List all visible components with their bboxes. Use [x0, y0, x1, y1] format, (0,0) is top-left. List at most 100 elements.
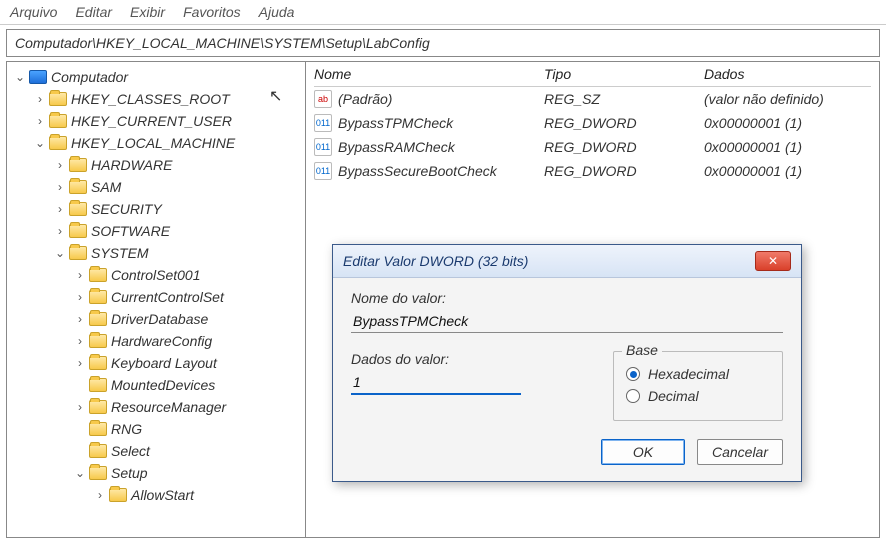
value-data: 0x00000001 (1): [704, 139, 871, 155]
folder-icon: [69, 246, 87, 260]
tree-item[interactable]: RNG: [111, 418, 142, 440]
folder-icon: [69, 158, 87, 172]
value-name-input[interactable]: [351, 310, 783, 333]
table-row[interactable]: 011 BypassSecureBootCheck REG_DWORD 0x000…: [314, 159, 871, 183]
menu-ajuda[interactable]: Ajuda: [259, 4, 295, 20]
expand-toggle[interactable]: ›: [53, 154, 67, 176]
expand-toggle[interactable]: ›: [53, 220, 67, 242]
edit-dword-dialog: Editar Valor DWORD (32 bits) ✕ Nome do v…: [332, 244, 802, 482]
dialog-title: Editar Valor DWORD (32 bits): [343, 253, 528, 269]
dword-value-icon: 011: [314, 114, 332, 132]
folder-icon: [69, 180, 87, 194]
name-label: Nome do valor:: [351, 290, 783, 306]
tree-hkcr[interactable]: HKEY_CLASSES_ROOT: [71, 88, 230, 110]
radio-decimal[interactable]: Decimal: [626, 388, 770, 404]
ok-button[interactable]: OK: [601, 439, 685, 465]
tree-hklm[interactable]: HKEY_LOCAL_MACHINE: [71, 132, 235, 154]
folder-icon: [89, 334, 107, 348]
column-header-dados[interactable]: Dados: [704, 66, 871, 82]
close-button[interactable]: ✕: [755, 251, 791, 271]
table-row[interactable]: 011 BypassTPMCheck REG_DWORD 0x00000001 (…: [314, 111, 871, 135]
tree-system[interactable]: SYSTEM: [91, 242, 149, 264]
folder-icon: [89, 422, 107, 436]
expand-toggle[interactable]: ›: [93, 484, 107, 506]
radio-hexadecimal[interactable]: Hexadecimal: [626, 366, 770, 382]
tree-item[interactable]: SAM: [91, 176, 121, 198]
folder-icon: [109, 488, 127, 502]
value-data: 0x00000001 (1): [704, 163, 871, 179]
expand-toggle[interactable]: ›: [53, 176, 67, 198]
radio-label: Hexadecimal: [648, 366, 729, 382]
expand-toggle: [73, 440, 87, 462]
dword-value-icon: 011: [314, 138, 332, 156]
value-name: BypassTPMCheck: [338, 115, 453, 131]
value-type: REG_DWORD: [544, 115, 704, 131]
tree-item[interactable]: SECURITY: [91, 198, 162, 220]
table-row[interactable]: 011BypassRAMCheck REG_DWORD 0x00000001 (…: [314, 135, 871, 159]
tree-item[interactable]: AllowStart: [131, 484, 194, 506]
dword-value-icon: 011: [314, 162, 332, 180]
value-name: BypassSecureBootCheck: [338, 163, 497, 179]
radio-label: Decimal: [648, 388, 699, 404]
expand-toggle[interactable]: ⌄: [53, 242, 67, 264]
tree-item[interactable]: ControlSet001: [111, 264, 201, 286]
folder-icon: [89, 312, 107, 326]
table-row[interactable]: ab(Padrão) REG_SZ (valor não definido): [314, 87, 871, 111]
value-type: REG_SZ: [544, 91, 704, 107]
value-data-input[interactable]: [351, 371, 521, 395]
tree-item[interactable]: SOFTWARE: [91, 220, 170, 242]
tree-hkcu[interactable]: HKEY_CURRENT_USER: [71, 110, 232, 132]
expand-toggle[interactable]: ›: [53, 198, 67, 220]
folder-icon: [89, 466, 107, 480]
tree-item[interactable]: CurrentControlSet: [111, 286, 224, 308]
expand-toggle[interactable]: ⌄: [13, 66, 27, 88]
string-value-icon: ab: [314, 90, 332, 108]
value-type: REG_DWORD: [544, 139, 704, 155]
tree-item[interactable]: HARDWARE: [91, 154, 172, 176]
menu-favoritos[interactable]: Favoritos: [183, 4, 241, 20]
tree-item[interactable]: ResourceManager: [111, 396, 226, 418]
column-header-tipo[interactable]: Tipo: [544, 66, 704, 82]
expand-toggle: [73, 374, 87, 396]
folder-icon: [49, 114, 67, 128]
tree-item[interactable]: Select: [111, 440, 150, 462]
folder-icon: [89, 444, 107, 458]
tree-pane: ↖ ⌄ Computador ›HKEY_CLASSES_ROOT ›HKEY_…: [6, 61, 306, 538]
tree-item[interactable]: MountedDevices: [111, 374, 215, 396]
expand-toggle[interactable]: ›: [73, 308, 87, 330]
folder-icon: [89, 400, 107, 414]
folder-icon: [69, 202, 87, 216]
base-group: Base Hexadecimal Decimal: [613, 351, 783, 421]
column-header-nome[interactable]: Nome: [314, 66, 544, 82]
data-label: Dados do valor:: [351, 351, 589, 367]
folder-icon: [89, 378, 107, 392]
expand-toggle[interactable]: ⌄: [33, 132, 47, 154]
tree-item[interactable]: DriverDatabase: [111, 308, 208, 330]
radio-dot-icon: [626, 389, 640, 403]
tree-computador[interactable]: Computador: [51, 66, 128, 88]
radio-dot-icon: [626, 367, 640, 381]
value-data: 0x00000001 (1): [704, 115, 871, 131]
address-bar[interactable]: Computador\HKEY_LOCAL_MACHINE\SYSTEM\Set…: [6, 29, 880, 57]
folder-icon: [89, 356, 107, 370]
menu-editar[interactable]: Editar: [75, 4, 112, 20]
expand-toggle[interactable]: ›: [73, 264, 87, 286]
menu-exibir[interactable]: Exibir: [130, 4, 165, 20]
expand-toggle[interactable]: ›: [73, 330, 87, 352]
cancel-button[interactable]: Cancelar: [697, 439, 783, 465]
tree-item[interactable]: Keyboard Layout: [111, 352, 217, 374]
value-type: REG_DWORD: [544, 163, 704, 179]
expand-toggle[interactable]: ›: [33, 110, 47, 132]
expand-toggle[interactable]: ›: [73, 286, 87, 308]
expand-toggle[interactable]: ›: [73, 352, 87, 374]
menu-arquivo[interactable]: Arquivo: [10, 4, 57, 20]
folder-icon: [89, 268, 107, 282]
base-legend: Base: [622, 342, 662, 358]
tree-item[interactable]: HardwareConfig: [111, 330, 212, 352]
expand-toggle[interactable]: ›: [33, 88, 47, 110]
expand-toggle[interactable]: ›: [73, 396, 87, 418]
expand-toggle: [73, 418, 87, 440]
expand-toggle[interactable]: ⌄: [73, 462, 87, 484]
folder-icon: [49, 92, 67, 106]
tree-setup[interactable]: Setup: [111, 462, 148, 484]
